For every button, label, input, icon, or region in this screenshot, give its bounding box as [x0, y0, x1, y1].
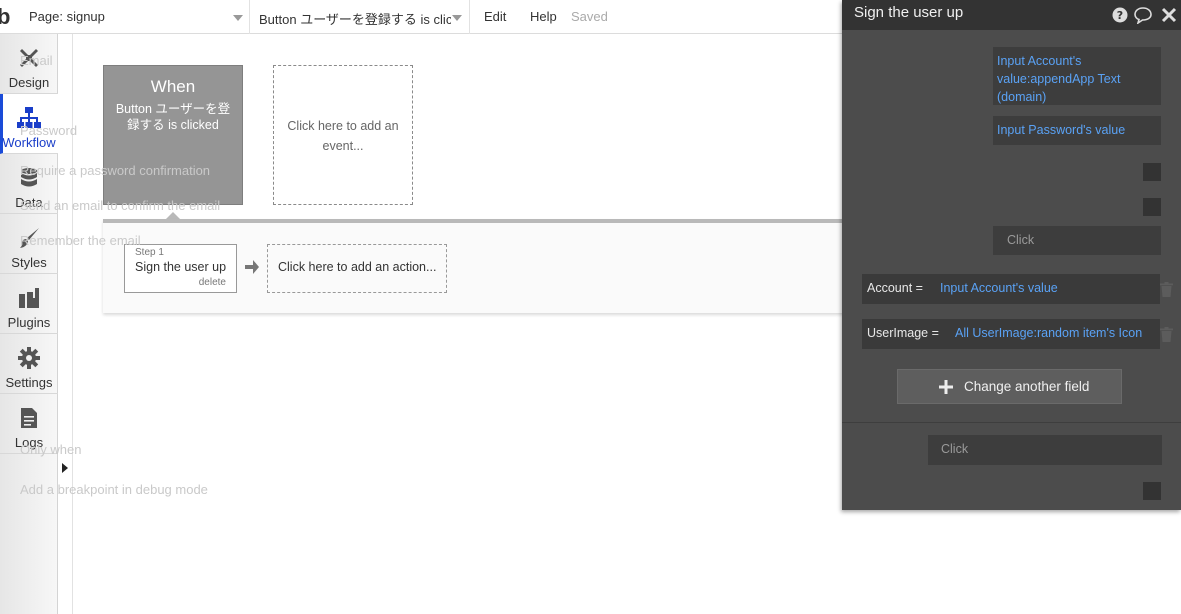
panel-header: Sign the user up ?	[842, 0, 1181, 30]
plugins-icon	[19, 288, 39, 308]
sidebar-item-plugins[interactable]: Plugins	[0, 274, 58, 334]
add-action-placeholder[interactable]: Click here to add an action...	[267, 244, 447, 293]
field-assignment-value[interactable]: All UserImage:random item's Icon	[955, 326, 1142, 340]
page-dropdown[interactable]: Page: signup	[20, 0, 250, 34]
require-password-confirmation-checkbox[interactable]	[1143, 163, 1161, 181]
sidebar-item-label: Design	[8, 75, 50, 90]
close-icon[interactable]	[1160, 6, 1178, 24]
chevron-down-icon	[452, 15, 462, 21]
sidebar-item-label: Styles	[11, 255, 47, 270]
step-name: Sign the user up	[135, 260, 227, 274]
only-when-placeholder: Click	[941, 442, 969, 456]
left-sidebar: Design Workflow Data Styles Plugins Sett…	[0, 34, 58, 614]
event-card-when[interactable]: When Button ユーザーを登録する is clicked	[103, 65, 243, 205]
document-icon	[21, 408, 37, 428]
trash-icon[interactable]	[1160, 327, 1173, 342]
field-assignment-key: Account =	[867, 281, 923, 295]
svg-text:?: ?	[1117, 9, 1123, 22]
sidebar-item-label: Settings	[5, 375, 53, 390]
sidebar-item-label: Plugins	[7, 315, 51, 330]
panel-title: Sign the user up	[854, 4, 964, 21]
step-delete-link[interactable]: delete	[199, 277, 226, 288]
panel-divider	[842, 422, 1181, 423]
trash-icon[interactable]	[1160, 282, 1173, 297]
selected-event-pointer	[166, 212, 180, 219]
send-confirmation-email-checkbox[interactable]	[1143, 198, 1161, 216]
canvas-divider	[72, 34, 73, 614]
field-assignment-value[interactable]: Input Account's value	[940, 281, 1058, 295]
remember-email-field[interactable]: Click	[993, 226, 1161, 255]
field-assignment-row[interactable]: UserImage = All UserImage:random item's …	[862, 319, 1160, 349]
event-card-description: Button ユーザーを登録する is clicked	[115, 102, 231, 132]
remember-email-label: Remember the email	[20, 233, 141, 248]
menu-edit[interactable]: Edit	[484, 9, 506, 24]
bubble-logo[interactable]: b	[0, 4, 20, 30]
comment-icon[interactable]	[1134, 6, 1152, 24]
step-card[interactable]: Step 1 Sign the user up delete	[124, 244, 237, 293]
send-confirmation-email-label: Send an email to confirm the email	[20, 198, 221, 213]
help-icon[interactable]: ?	[1111, 6, 1129, 24]
add-event-label: Click here to add an event...	[287, 119, 399, 153]
password-field[interactable]: Input Password's value	[993, 116, 1161, 145]
plus-icon	[939, 380, 953, 394]
field-assignment-key: UserImage =	[867, 326, 939, 340]
only-when-field[interactable]: Click	[928, 435, 1162, 465]
add-event-placeholder[interactable]: Click here to add an event...	[273, 65, 413, 205]
chevron-down-icon	[233, 15, 243, 21]
email-label: Email	[20, 53, 53, 68]
remember-email-placeholder: Click	[1007, 233, 1035, 247]
arrow-right-icon	[245, 260, 259, 274]
menu-help[interactable]: Help	[530, 9, 557, 24]
add-action-label: Click here to add an action...	[278, 260, 437, 274]
change-another-field-button[interactable]: Change another field	[897, 369, 1122, 404]
event-dropdown[interactable]: Button ユーザーを登録する is clic...	[250, 0, 470, 34]
password-label: Password	[20, 123, 78, 138]
event-dropdown-label: Button ユーザーを登録する is clic...	[259, 12, 451, 27]
save-status: Saved	[571, 9, 608, 24]
email-field[interactable]: Input Account's value:appendApp Text (do…	[993, 47, 1161, 105]
expand-panel-arrow-icon[interactable]	[62, 463, 68, 473]
password-expression: Input Password's value	[997, 123, 1126, 137]
require-password-confirmation-label: Require a password confirmation	[20, 163, 211, 178]
change-another-field-label: Change another field	[964, 379, 1090, 394]
sidebar-item-settings[interactable]: Settings	[0, 334, 58, 394]
only-when-label: Only when	[20, 442, 82, 457]
page-dropdown-label: Page: signup	[29, 9, 105, 24]
debug-breakpoint-checkbox[interactable]	[1143, 482, 1161, 500]
field-assignment-row[interactable]: Account = Input Account's value	[862, 274, 1160, 304]
event-card-title: When	[150, 77, 196, 96]
email-expression: Input Account's value:appendApp Text (do…	[997, 54, 1121, 104]
debug-breakpoint-label: Add a breakpoint in debug mode	[20, 482, 208, 497]
step-number: Step 1	[135, 247, 164, 258]
gear-icon	[18, 347, 40, 369]
